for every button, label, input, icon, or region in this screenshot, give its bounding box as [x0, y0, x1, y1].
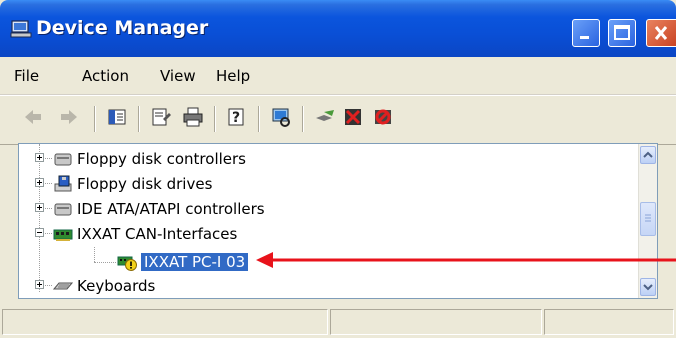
tree-item-label: Floppy disk drives	[77, 175, 213, 193]
tree-line	[45, 233, 52, 235]
title-bar[interactable]: Device Manager	[0, 0, 676, 57]
device-manager-window: Device Manager File Action View Help ? F…	[0, 0, 676, 338]
tree-item-floppy-disk-controllers[interactable]: Floppy disk controllers	[19, 147, 619, 171]
tree-item-ixxat-can-interfaces[interactable]: IXXAT CAN-Interfaces	[19, 222, 619, 246]
back-arrow-icon[interactable]	[22, 106, 44, 128]
menu-file[interactable]: File	[14, 67, 39, 85]
floppy-controller-icon	[54, 153, 72, 166]
show-hide-console-tree-icon[interactable]	[106, 106, 128, 128]
uninstall-device-icon[interactable]	[372, 106, 394, 128]
menu-view[interactable]: View	[160, 67, 196, 85]
tree-item-keyboards[interactable]: Keyboards	[19, 274, 619, 298]
tree-line	[45, 158, 52, 160]
close-icon	[654, 26, 668, 40]
toolbar-separator	[302, 106, 304, 132]
device-tree[interactable]: Floppy disk controllers Floppy disk driv…	[18, 143, 658, 299]
floppy-drive-icon	[54, 175, 72, 192]
window-title: Device Manager	[36, 17, 209, 39]
tree-item-label: IXXAT PC-I 03	[141, 253, 249, 271]
scan-hardware-icon[interactable]	[270, 106, 292, 128]
menu-bar: File Action View Help	[0, 57, 676, 95]
status-bar	[0, 303, 676, 338]
menu-action[interactable]: Action	[82, 67, 129, 85]
menu-help[interactable]: Help	[216, 67, 250, 85]
chevron-down-icon	[643, 284, 653, 291]
tree-item-label: IDE ATA/ATAPI controllers	[77, 200, 265, 218]
grip-icon	[645, 214, 651, 222]
tree-line	[45, 285, 52, 287]
tree-line	[45, 208, 52, 210]
tree-item-floppy-disk-drives[interactable]: Floppy disk drives	[19, 172, 619, 196]
status-pane-main	[2, 309, 328, 335]
svg-text:?: ?	[232, 110, 240, 126]
update-driver-icon[interactable]	[314, 106, 336, 128]
tree-item-label: Floppy disk controllers	[77, 150, 246, 168]
expand-toggle[interactable]	[35, 280, 44, 289]
keyboard-icon	[53, 282, 73, 290]
minimize-icon	[580, 36, 589, 39]
device-manager-app-icon	[10, 20, 32, 38]
toolbar-separator	[258, 106, 260, 132]
expand-toggle[interactable]	[35, 153, 44, 162]
scroll-up-button[interactable]	[640, 146, 656, 164]
collapse-toggle[interactable]	[35, 228, 44, 237]
expand-toggle[interactable]	[35, 178, 44, 187]
vertical-scrollbar[interactable]	[638, 144, 657, 298]
print-icon[interactable]	[182, 106, 204, 128]
expand-toggle[interactable]	[35, 203, 44, 212]
status-pane-middle	[330, 309, 542, 335]
maximize-icon	[614, 25, 630, 40]
help-icon[interactable]: ?	[226, 106, 248, 128]
chevron-up-icon	[643, 151, 653, 158]
tree-item-label: IXXAT CAN-Interfaces	[77, 225, 238, 243]
toolbar: ?	[0, 95, 676, 145]
tree-line	[45, 183, 52, 185]
toolbar-separator	[138, 106, 140, 132]
forward-arrow-icon[interactable]	[58, 106, 80, 128]
scroll-thumb[interactable]	[640, 202, 656, 236]
toolbar-separator	[94, 106, 96, 132]
properties-icon[interactable]	[150, 106, 172, 128]
scroll-down-button[interactable]	[640, 278, 656, 296]
can-device-warning-icon	[117, 256, 137, 271]
tree-item-label: Keyboards	[77, 277, 156, 295]
disable-device-icon[interactable]	[342, 106, 364, 128]
toolbar-separator	[214, 106, 216, 132]
status-pane-right	[544, 309, 674, 335]
can-interface-icon	[53, 229, 73, 241]
minimize-button[interactable]	[572, 19, 600, 47]
tree-item-ide-ata-atapi-controllers[interactable]: IDE ATA/ATAPI controllers	[19, 197, 619, 221]
maximize-button[interactable]	[608, 19, 636, 47]
annotation-arrow-icon	[256, 252, 676, 268]
ide-controller-icon	[54, 203, 72, 216]
close-button[interactable]	[646, 19, 676, 47]
